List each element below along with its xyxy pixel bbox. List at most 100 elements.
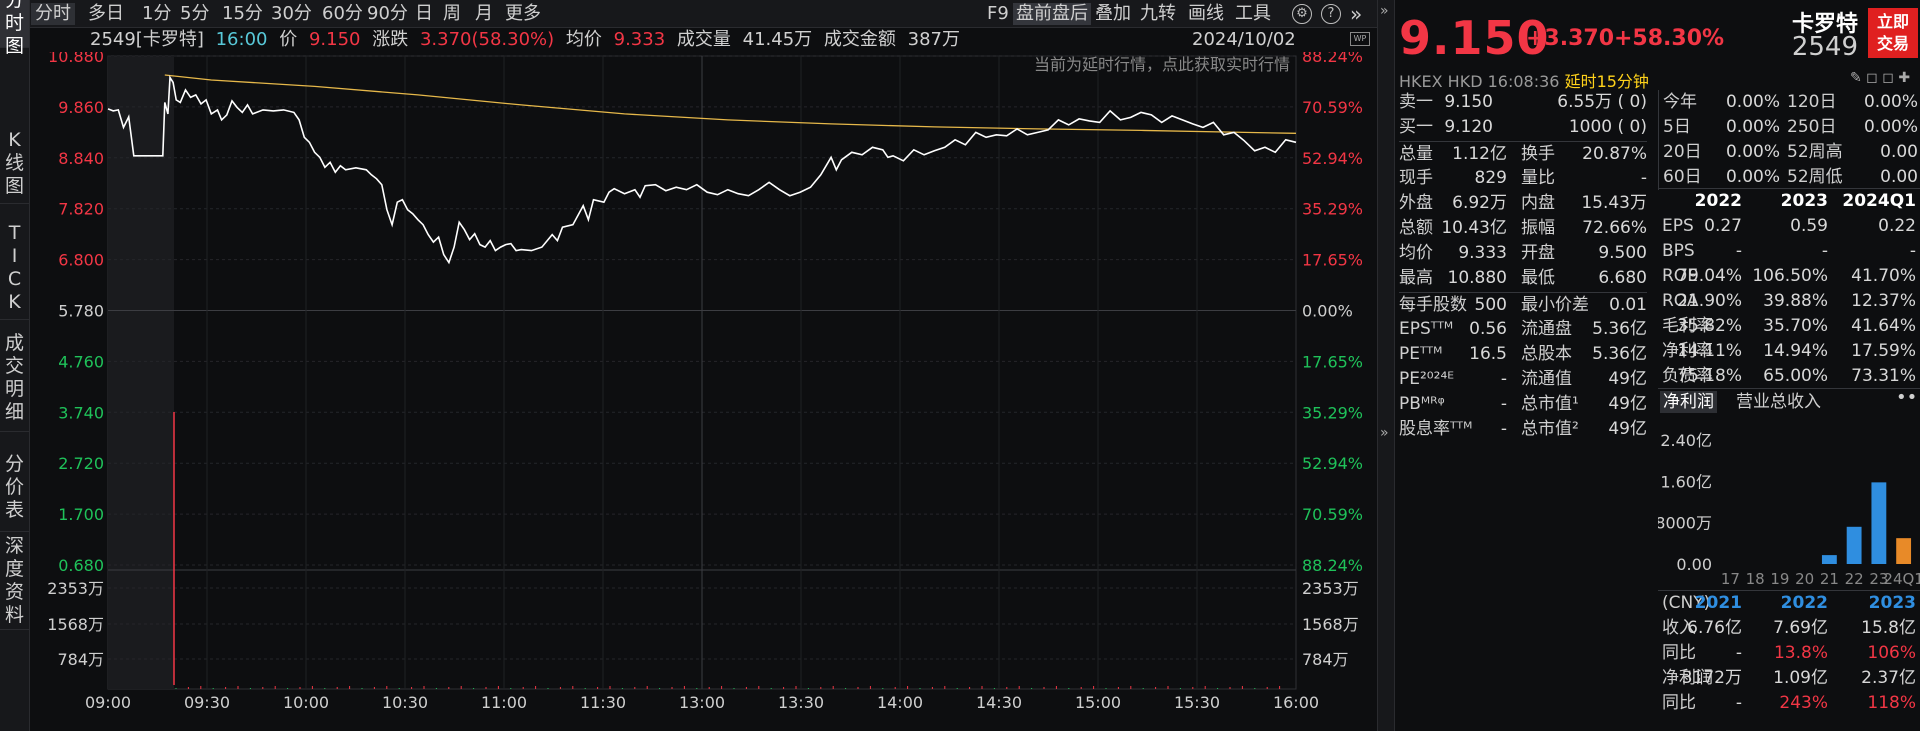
perf-value: 0.00% [1725,167,1780,187]
quote-label: PE²⁰²⁴ᴱ [1399,369,1455,389]
period-tab-5[interactable]: 30分 [271,3,312,25]
quote-row: 均价 9.333 开盘 9.500 [1399,241,1647,266]
perf-label: 今年 [1663,92,1697,112]
tab-revenue[interactable]: 营业总收入 [1736,391,1821,413]
price-change: +3.370 [1526,26,1615,51]
period-tab-2[interactable]: 1分 [142,3,171,25]
period-tab-7[interactable]: 90分 [367,3,408,25]
price-change-pct: +58.30% [1614,26,1725,51]
panel-collapse-bar[interactable]: » » [1377,0,1395,731]
bar-x-tick: 20 [1795,570,1814,586]
bar-y-tick: 0.00 [1676,555,1712,574]
more-icon[interactable]: ••• [1896,387,1920,409]
toolbar-right-0[interactable]: F9 [987,3,1009,25]
period-tab-10[interactable]: 月 [475,3,493,25]
y-tick-left: 1.700 [58,505,104,524]
revenue-table: (CNY) 2021 2022 2023 收入 6.76亿 7.69亿 15.8亿 同比 -13.… [1658,590,1920,716]
period-tab-11[interactable]: 更多 [505,3,541,25]
period-tab-8[interactable]: 日 [415,3,433,25]
vol-tick-left: 2353万 [47,579,104,598]
period-tab-4[interactable]: 15分 [222,3,263,25]
y-tick-right: 88.24% [1302,52,1363,66]
bar-svg: 2.40亿1.60亿8000万0.0017 18 19 20 21 22 2324Q1 [1655,431,1920,588]
wp-icon[interactable]: WP [1350,32,1370,46]
quote-panel: 9.150 +3.370 +58.30% 卡罗特 2549 立即 交易 HKEX… [1396,0,1920,731]
period-tab-0[interactable]: 分时 [31,3,75,25]
quote-label: 均价 [1399,243,1433,263]
vol-tick-right: 2353万 [1302,579,1359,598]
quote-value-2: 49亿 [1608,394,1647,414]
gear-icon[interactable]: ⚙ [1292,4,1312,24]
expand-icon[interactable]: » [1380,3,1389,19]
quote-label: EPSᵀᵀᴹ [1399,319,1454,339]
perf-label: 5日 [1663,117,1691,137]
quote-label: 总量 [1399,144,1433,164]
y-tick-left: 2.720 [58,454,104,473]
quote-value: 6.92万 [1452,193,1507,213]
financial-table: 2022 2023 2024Q1 EPS 0.27 0.59 0.22 BPS - - - ROE 79… [1658,188,1920,389]
fin-value: 14.94% [1763,341,1828,361]
toolbar-right-4[interactable]: 画线 [1188,3,1224,25]
fin-row: 毛利率 35.82% 35.70% 41.64% [1658,314,1920,339]
x-tick: 14:30 [976,693,1022,712]
x-tick: 15:30 [1174,693,1220,712]
volume-label: 成交量 [676,29,731,50]
perf-label-2: 52周高 [1787,142,1843,162]
rev-year: 2022 [1780,593,1828,613]
quote-value: 10.880 [1447,268,1507,288]
quote-label: 外盘 [1399,193,1433,213]
trade-button-line2: 交易 [1876,34,1909,53]
rev-row: 同比 - 13.8% 106% [1658,641,1920,666]
bar-mark [1846,526,1862,564]
perf-value-2: 0.00% [1863,117,1918,137]
collapse-right-icon[interactable]: » [1350,3,1362,25]
period-tab-9[interactable]: 周 [443,3,461,25]
rev-value: 15.8亿 [1861,618,1916,638]
x-tick: 13:00 [679,693,725,712]
quote-row: 股息率ᵀᵀᴹ - 总市值² 49亿 [1399,417,1647,442]
fin-value: 0.59 [1790,216,1828,236]
toolbar-right-3[interactable]: 九转 [1140,3,1176,25]
perf-value: 0.00% [1725,142,1780,162]
toolbar-right-5[interactable]: 工具 [1235,3,1271,25]
rev-value: 13.8% [1773,643,1828,663]
premarket-shade [108,56,174,689]
rev-value: 118% [1867,693,1916,713]
quote-value-2: 9.500 [1598,243,1647,263]
period-tab-1[interactable]: 多日 [88,3,124,25]
chart-svg: 10.880 88.24% 9.860 70.59% 8.840 52.94% 7.820 3… [47,52,1363,712]
quote-row: PBᴹᴿᵠ - 总市值¹ 49亿 [1399,392,1647,417]
quote-row: 最高 10.880 最低 6.680 [1399,266,1647,291]
side-tab-0[interactable]: 分时图 [0,0,29,57]
fin-row: EPS 0.27 0.59 0.22 [1658,214,1920,239]
period-tab-3[interactable]: 5分 [180,3,209,25]
change-value: 3.370(58.30%) [419,29,555,50]
toolbar-right-2[interactable]: 叠加 [1095,3,1131,25]
quote-value: 9.333 [1458,243,1507,263]
quote-label: PEᵀᵀᴹ [1399,344,1443,364]
help-icon[interactable]: ? [1321,4,1341,24]
fin-row: BPS - - - [1658,239,1920,264]
quote-label-2: 总市值¹ [1521,394,1579,414]
trade-now-button[interactable]: 立即 交易 [1868,8,1918,58]
quote-label-2: 换手 [1521,144,1555,164]
tab-net-profit[interactable]: 净利润 [1660,391,1717,413]
fin-label: EPS [1662,216,1694,236]
fin-value: - [1821,241,1828,261]
quote-label: 现手 [1399,168,1433,188]
quote-label: 买一 [1399,117,1433,137]
toolbar-mini-icons[interactable]: ✎ ◻ ◻ ✚ [1850,70,1910,86]
toolbar-right-1[interactable]: 盘前盘后 [1013,3,1091,25]
intraday-chart[interactable]: 10.880 88.24% 9.860 70.59% 8.840 52.94% 7.820 3… [0,52,1375,731]
fin-year: 2023 [1780,191,1828,211]
x-tick: 10:30 [382,693,428,712]
y-tick-left: 4.760 [58,352,104,371]
expand-icon[interactable]: » [1380,425,1389,441]
fin-value: 0.22 [1878,216,1916,236]
quote-label-2: 流通盘 [1521,319,1572,339]
delay-notice-link[interactable]: 当前为延时行情，点此获取实时行情 [1034,55,1290,74]
avg-price-line [164,74,1297,134]
perf-label-2: 52周低 [1787,167,1843,187]
quote-row: 总额 10.43亿 振幅 72.66% [1399,216,1647,241]
period-tab-6[interactable]: 60分 [322,3,363,25]
